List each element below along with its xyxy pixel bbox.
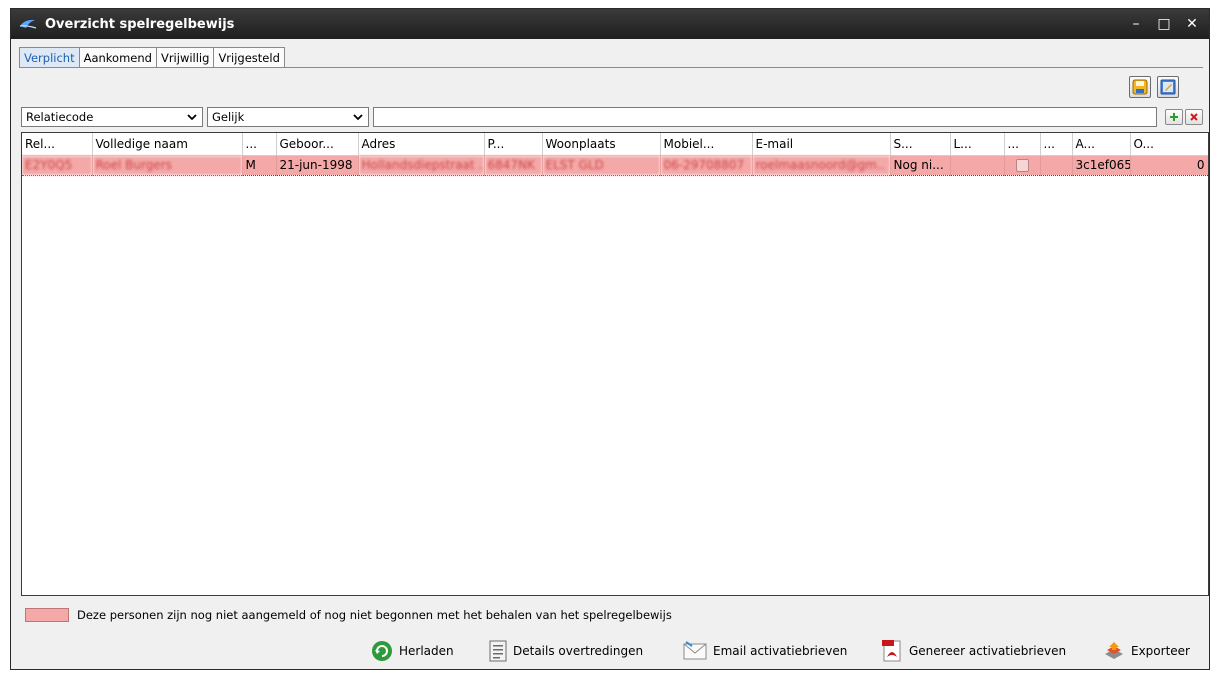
tab-vrijwillig[interactable]: Vrijwillig (155, 47, 215, 68)
app-icon (19, 19, 37, 29)
col-header[interactable]: Adres (358, 133, 485, 156)
window-controls: – □ ✕ (1127, 9, 1201, 39)
col-header[interactable]: Volledige naam (92, 133, 243, 156)
cell-geboortedatum: 21-jun-1998 (276, 154, 359, 176)
tab-vrijgesteld[interactable]: Vrijgesteld (213, 47, 285, 68)
filter-bar: Relatiecode Gelijk (21, 107, 1209, 129)
envelope-icon (683, 641, 707, 660)
table-row[interactable]: E2Y0Q5 Roel Burgers M 21-jun-1998 Hollan… (22, 154, 1208, 176)
x-icon (1190, 113, 1198, 121)
filter-operator-select[interactable]: Gelijk (207, 107, 369, 127)
col-header[interactable]: S... (890, 133, 951, 156)
filter-value-input[interactable] (373, 107, 1157, 127)
col-header[interactable]: O... (1130, 133, 1208, 156)
col-header[interactable]: L... (950, 133, 1005, 156)
col-header[interactable]: Woonplaats (542, 133, 661, 156)
cell-a: 3c1ef065 (1072, 154, 1131, 176)
legend-swatch (25, 608, 69, 622)
details-overtredingen-button[interactable]: Details overtredingen (489, 637, 643, 665)
cell-checkbox (1004, 154, 1041, 176)
main-window: Overzicht spelregelbewijs – □ ✕ Verplich… (10, 8, 1210, 670)
legend-text: Deze personen zijn nog niet aangemeld of… (77, 608, 672, 622)
chevron-down-icon (187, 114, 197, 121)
pdf-icon (882, 640, 901, 662)
reload-label: Herladen (399, 644, 454, 658)
title-bar[interactable]: Overzicht spelregelbewijs – □ ✕ (11, 9, 1209, 39)
cell-adres: Hollandsdiepstraat .. (358, 154, 485, 176)
email-activatiebrieven-label: Email activatiebrieven (713, 644, 848, 658)
cell-extra (1040, 154, 1073, 176)
tab-divider (19, 67, 1203, 68)
export-icon (1105, 642, 1123, 659)
plus-icon (1170, 113, 1178, 121)
reload-button[interactable]: Herladen (371, 637, 454, 665)
document-icon (489, 640, 507, 662)
filter-operator-value: Gelijk (212, 110, 245, 124)
col-header[interactable]: ... (1040, 133, 1073, 156)
table-header-row: Rel... Volledige naam ... Geboor... Adre… (22, 133, 1208, 156)
maximize-button[interactable]: □ (1155, 15, 1173, 33)
genereer-activatiebrieven-button[interactable]: Genereer activatiebrieven (881, 637, 1066, 665)
cell-postcode: 6847NK (484, 154, 543, 176)
reload-icon (372, 641, 392, 661)
cell-mobiel: 06-29708807 (660, 154, 753, 176)
row-checkbox[interactable] (1015, 158, 1029, 172)
cell-l (950, 154, 1005, 176)
action-bar: Herladen Details overtredingen Email act… (11, 637, 1211, 667)
legend: Deze personen zijn nog niet aangemeld of… (25, 607, 672, 623)
save-layout-icon (1132, 79, 1148, 95)
genereer-activatiebrieven-label: Genereer activatiebrieven (909, 644, 1067, 658)
cell-status: Nog ni... (890, 154, 951, 176)
close-button[interactable]: ✕ (1183, 15, 1201, 33)
col-header[interactable]: Rel... (22, 133, 93, 156)
cell-relatiecode: E2Y0Q5 (22, 154, 93, 176)
details-overtredingen-label: Details overtredingen (513, 644, 644, 658)
edit-layout-button[interactable] (1157, 76, 1179, 98)
cell-o: 0 (1130, 154, 1208, 176)
col-header[interactable]: A... (1072, 133, 1131, 156)
tab-strip: Verplicht Aankomend Vrijwillig Vrijgeste… (19, 47, 285, 68)
col-header[interactable]: ... (242, 133, 277, 156)
col-header[interactable]: P... (484, 133, 543, 156)
cell-email: roelmaasnoord@gm.. (752, 154, 891, 176)
persons-grid[interactable]: Rel... Volledige naam ... Geboor... Adre… (21, 132, 1209, 596)
exporteer-button[interactable]: Exporteer (1103, 637, 1190, 665)
exporteer-label: Exporteer (1131, 644, 1190, 658)
filter-field-value: Relatiecode (26, 110, 94, 124)
edit-layout-icon (1160, 79, 1176, 95)
minimize-button[interactable]: – (1127, 15, 1145, 33)
filter-field-select[interactable]: Relatiecode (21, 107, 203, 127)
persons-table: Rel... Volledige naam ... Geboor... Adre… (22, 133, 1208, 176)
email-activatiebrieven-button[interactable]: Email activatiebrieven (683, 637, 847, 665)
tab-aankomend[interactable]: Aankomend (78, 47, 157, 68)
tab-verplicht[interactable]: Verplicht (19, 47, 80, 68)
save-layout-button[interactable] (1129, 76, 1151, 98)
window-title: Overzicht spelregelbewijs (45, 16, 235, 32)
col-header[interactable]: Geboor... (276, 133, 359, 156)
col-header[interactable]: ... (1004, 133, 1041, 156)
background-strip (0, 0, 1217, 8)
cell-woonplaats: ELST GLD (542, 154, 661, 176)
chevron-down-icon (353, 114, 363, 121)
cell-geslacht: M (242, 154, 277, 176)
col-header[interactable]: E-mail (752, 133, 891, 156)
cell-naam: Roel Burgers (92, 154, 243, 176)
add-filter-button[interactable] (1165, 109, 1183, 125)
remove-filter-button[interactable] (1185, 109, 1203, 125)
col-header[interactable]: Mobiel... (660, 133, 753, 156)
